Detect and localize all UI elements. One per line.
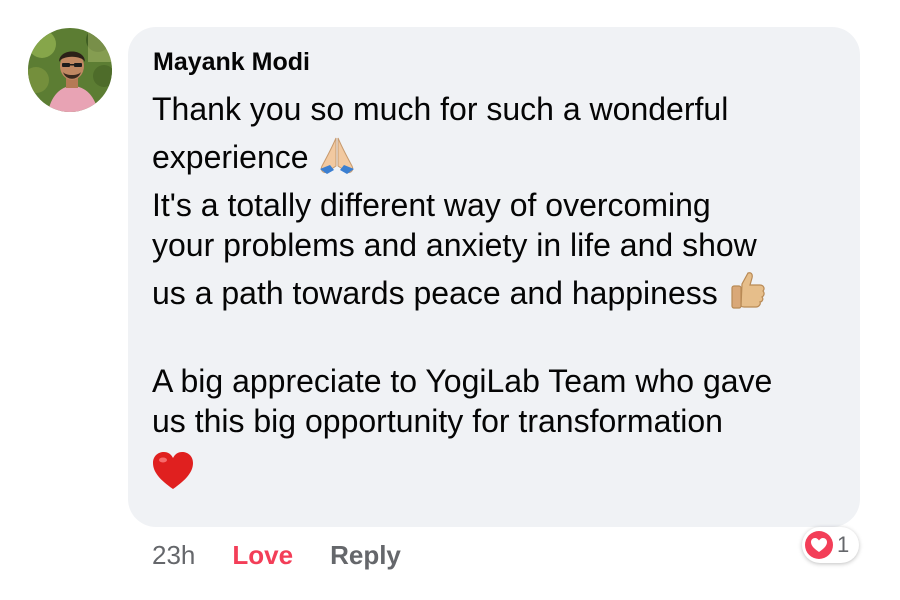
folded-hands-icon: [317, 136, 357, 176]
love-reaction-icon: [805, 531, 833, 559]
reaction-count: 1: [837, 532, 850, 557]
comment-author[interactable]: Mayank Modi: [153, 47, 836, 77]
comment-line-with-emoji: us a path towards peace and happiness: [152, 265, 836, 321]
love-button[interactable]: Love: [232, 538, 293, 572]
comment-line: us this big opportunity for transformati…: [152, 403, 723, 439]
comment-line-text: us a path towards peace and happiness: [152, 275, 718, 311]
heart-line: [152, 451, 836, 507]
comment-bubble: Mayank Modi Thank you so much for such a…: [128, 27, 860, 527]
reply-button[interactable]: Reply: [330, 538, 401, 572]
comment-line: Thank you so much for such a wonderful: [152, 91, 729, 127]
reaction-badge[interactable]: 1: [802, 527, 860, 563]
comment-line-text: experience: [152, 139, 309, 175]
red-heart-icon: [153, 452, 193, 489]
thumbs-up-icon: [726, 270, 768, 312]
comment-line-with-emoji: experience: [152, 129, 836, 185]
comment-screenshot: Mayank Modi Thank you so much for such a…: [0, 0, 900, 600]
comment-line: A big appreciate to YogiLab Team who gav…: [152, 363, 773, 399]
comment-line: your problems and anxiety in life and sh…: [152, 227, 757, 263]
comment-timestamp[interactable]: 23h: [152, 538, 195, 572]
avatar[interactable]: [28, 28, 112, 112]
avatar-photo-icon: [28, 28, 112, 112]
comment-actions: 23h Love Reply: [152, 538, 401, 572]
comment-line: It's a totally different way of overcomi…: [152, 187, 711, 223]
comment-body: Thank you so much for such a wonderful e…: [152, 89, 836, 507]
